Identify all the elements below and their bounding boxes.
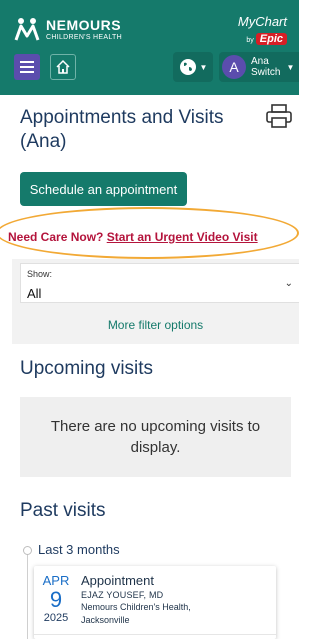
brand-title: NEMOURS [46,16,122,33]
menu-icon [20,61,34,63]
past-visits-heading: Past visits [20,500,106,521]
visit-month: APR [42,573,70,588]
home-icon [56,59,70,74]
timeline-range-label: Last 3 months [38,542,120,557]
print-icon[interactable] [266,104,292,128]
visit-info: Appointment EJAZ YOUSEF, MD Nemours Chil… [81,573,191,626]
timeline-line [27,553,28,639]
brand-subtitle: CHILDREN'S HEALTH [46,33,122,41]
visit-card[interactable]: APR 9 2025 Appointment EJAZ YOUSEF, MD N… [34,566,276,639]
show-filter-select[interactable]: Show: All ⌄ [20,263,299,303]
visit-provider: EJAZ YOUSEF, MD [81,590,164,600]
page-title: Appointments and Visits (Ana) [20,107,224,152]
language-button[interactable]: ▼ [173,52,213,82]
menu-button[interactable] [14,54,40,80]
chevron-down-icon: ⌄ [284,278,293,289]
urgent-video-visit-link[interactable]: Start an Urgent Video Visit [107,230,258,244]
visit-type: Appointment [81,573,154,588]
app-header: NEMOURS CHILDREN'S HEALTH MyChart by Epic… [0,0,299,95]
visit-location-line2: Jacksonville [81,615,130,625]
no-upcoming-visits-message: There are no upcoming visits to display. [20,397,291,477]
chevron-down-icon: ▼ [199,62,208,72]
more-filter-options-link[interactable]: More filter options [12,318,299,332]
card-divider [34,634,276,635]
nemours-logo-icon [14,18,40,41]
mychart-logo: MyChart by Epic [238,14,287,47]
filter-panel: Show: All ⌄ More filter options [12,259,299,344]
user-name: Ana [251,56,269,67]
globe-icon [179,59,196,75]
visit-day: 9 [49,587,63,612]
visit-year: 2025 [43,612,69,624]
home-button[interactable] [50,54,76,80]
nemours-logo[interactable]: NEMOURS CHILDREN'S HEALTH [14,16,122,42]
visit-location-line1: Nemours Children's Health, [81,602,191,612]
upcoming-visits-heading: Upcoming visits [20,358,154,379]
urgent-care-lead: Need Care Now? [8,230,104,244]
mychart-name: MyChart [237,14,287,29]
show-filter-value: All [27,286,42,301]
show-filter-label: Show: [27,269,53,279]
epic-badge: Epic [255,33,287,45]
user-switch-button[interactable]: A Ana Switch ▼ [219,52,299,82]
menu-icon-bar [20,66,34,68]
mychart-by: by [246,37,254,44]
chevron-down-icon: ▼ [286,62,295,72]
menu-icon-bar [20,71,34,73]
schedule-appointment-button[interactable]: Schedule an appointment [20,172,187,206]
user-switch-label: Switch [251,67,281,78]
visit-date: APR 9 2025 [38,573,74,624]
avatar: A [222,55,246,79]
timeline-dot [23,546,32,555]
urgent-care-banner: Need Care Now? Start an Urgent Video Vis… [8,230,258,244]
